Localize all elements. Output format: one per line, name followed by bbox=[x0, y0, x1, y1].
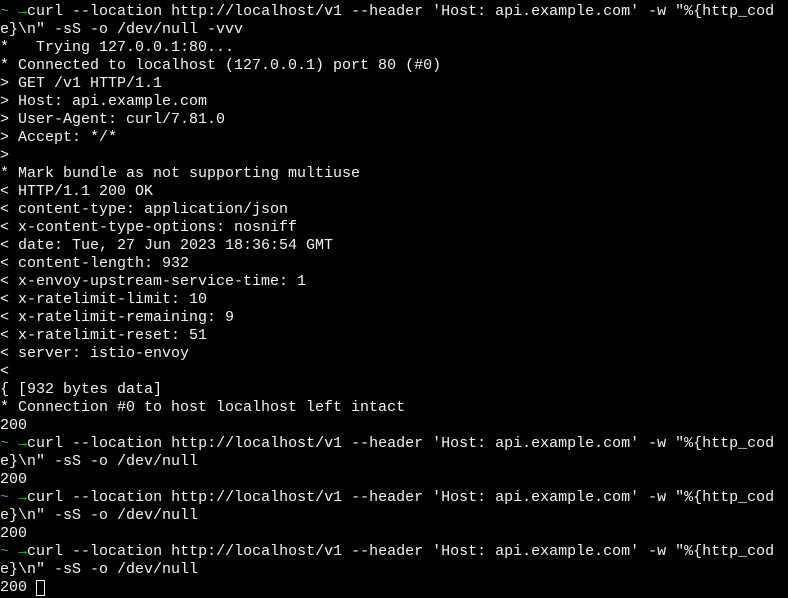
output-line: > Accept: */* bbox=[0, 129, 788, 147]
output-text: e}\n" -sS -o /dev/null -vvv bbox=[0, 21, 244, 38]
output-text: { [932 bytes data] bbox=[0, 381, 163, 398]
output-text: 200 bbox=[0, 525, 28, 542]
output-text: < server: istio-envoy bbox=[0, 345, 190, 362]
output-line: < x-ratelimit-limit: 10 bbox=[0, 291, 788, 309]
prompt-directory: ~ bbox=[0, 435, 10, 452]
output-line: * Connected to localhost (127.0.0.1) por… bbox=[0, 57, 788, 75]
prompt-directory: ~ bbox=[0, 543, 10, 560]
output-text: * Connected to localhost (127.0.0.1) por… bbox=[0, 57, 442, 74]
output-text: < content-type: application/json bbox=[0, 201, 289, 218]
output-text: * Connection #0 to host localhost left i… bbox=[0, 399, 406, 416]
command-line: ~ →curl --location http://localhost/v1 -… bbox=[0, 3, 788, 21]
prompt-arrow-icon: → bbox=[18, 489, 28, 506]
output-text: > bbox=[0, 147, 10, 164]
command-line: ~ →curl --location http://localhost/v1 -… bbox=[0, 543, 788, 561]
output-line: 200 bbox=[0, 471, 788, 489]
command-line: ~ →curl --location http://localhost/v1 -… bbox=[0, 435, 788, 453]
output-line: e}\n" -sS -o /dev/null -vvv bbox=[0, 21, 788, 39]
prompt-directory: ~ bbox=[0, 489, 10, 506]
output-line: > bbox=[0, 147, 788, 165]
output-text: * Mark bundle as not supporting multiuse bbox=[0, 165, 361, 182]
output-line: < x-envoy-upstream-service-time: 1 bbox=[0, 273, 788, 291]
output-line: < x-content-type-options: nosniff bbox=[0, 219, 788, 237]
output-text: > Host: api.example.com bbox=[0, 93, 208, 110]
output-line: < HTTP/1.1 200 OK bbox=[0, 183, 788, 201]
output-line: < content-length: 932 bbox=[0, 255, 788, 273]
output-line: > Host: api.example.com bbox=[0, 93, 788, 111]
output-text: < x-ratelimit-limit: 10 bbox=[0, 291, 208, 308]
output-text: e}\n" -sS -o /dev/null bbox=[0, 453, 199, 470]
output-text: > Accept: */* bbox=[0, 129, 118, 146]
output-text: > GET /v1 HTTP/1.1 bbox=[0, 75, 163, 92]
command-text: curl --location http://localhost/v1 --he… bbox=[27, 3, 775, 20]
output-line: { [932 bytes data] bbox=[0, 381, 788, 399]
output-line: > GET /v1 HTTP/1.1 bbox=[0, 75, 788, 93]
command-text: curl --location http://localhost/v1 --he… bbox=[27, 543, 775, 560]
output-text: < x-content-type-options: nosniff bbox=[0, 219, 298, 236]
command-text: curl --location http://localhost/v1 --he… bbox=[27, 435, 775, 452]
output-line: e}\n" -sS -o /dev/null bbox=[0, 453, 788, 471]
output-line: e}\n" -sS -o /dev/null bbox=[0, 561, 788, 579]
terminal-window[interactable]: ~ →curl --location http://localhost/v1 -… bbox=[0, 0, 788, 598]
command-text: curl --location http://localhost/v1 --he… bbox=[27, 489, 775, 506]
output-line: < date: Tue, 27 Jun 2023 18:36:54 GMT bbox=[0, 237, 788, 255]
output-text: 200 bbox=[0, 417, 28, 434]
output-text: 200 bbox=[0, 471, 28, 488]
output-line: 200 bbox=[0, 417, 788, 435]
output-line: e}\n" -sS -o /dev/null bbox=[0, 507, 788, 525]
output-line: * Mark bundle as not supporting multiuse bbox=[0, 165, 788, 183]
output-line: < server: istio-envoy bbox=[0, 345, 788, 363]
output-text: < x-ratelimit-reset: 51 bbox=[0, 327, 208, 344]
output-line: < bbox=[0, 363, 788, 381]
output-text: < x-ratelimit-remaining: 9 bbox=[0, 309, 235, 326]
output-line: * Connection #0 to host localhost left i… bbox=[0, 399, 788, 417]
output-text: > User-Agent: curl/7.81.0 bbox=[0, 111, 226, 128]
prompt-directory: ~ bbox=[0, 3, 10, 20]
terminal-cursor[interactable] bbox=[36, 580, 46, 596]
output-line: * Trying 127.0.0.1:80... bbox=[0, 39, 788, 57]
output-line: > User-Agent: curl/7.81.0 bbox=[0, 111, 788, 129]
output-line: < x-ratelimit-reset: 51 bbox=[0, 327, 788, 345]
prompt-arrow-icon: → bbox=[18, 543, 28, 560]
command-line: ~ →curl --location http://localhost/v1 -… bbox=[0, 489, 788, 507]
output-text: < date: Tue, 27 Jun 2023 18:36:54 GMT bbox=[0, 237, 334, 254]
output-text: < bbox=[0, 363, 10, 380]
output-text: < content-length: 932 bbox=[0, 255, 190, 272]
prompt-arrow-icon: → bbox=[18, 3, 28, 20]
output-line: 200 bbox=[0, 525, 788, 543]
output-text: < HTTP/1.1 200 OK bbox=[0, 183, 154, 200]
output-line: 200 bbox=[0, 579, 788, 597]
output-line: < content-type: application/json bbox=[0, 201, 788, 219]
output-text: 200 bbox=[0, 579, 28, 596]
output-line: < x-ratelimit-remaining: 9 bbox=[0, 309, 788, 327]
output-text: e}\n" -sS -o /dev/null bbox=[0, 561, 199, 578]
output-text: < x-envoy-upstream-service-time: 1 bbox=[0, 273, 307, 290]
prompt-arrow-icon: → bbox=[18, 435, 28, 452]
output-text: * Trying 127.0.0.1:80... bbox=[0, 39, 235, 56]
output-text: e}\n" -sS -o /dev/null bbox=[0, 507, 199, 524]
